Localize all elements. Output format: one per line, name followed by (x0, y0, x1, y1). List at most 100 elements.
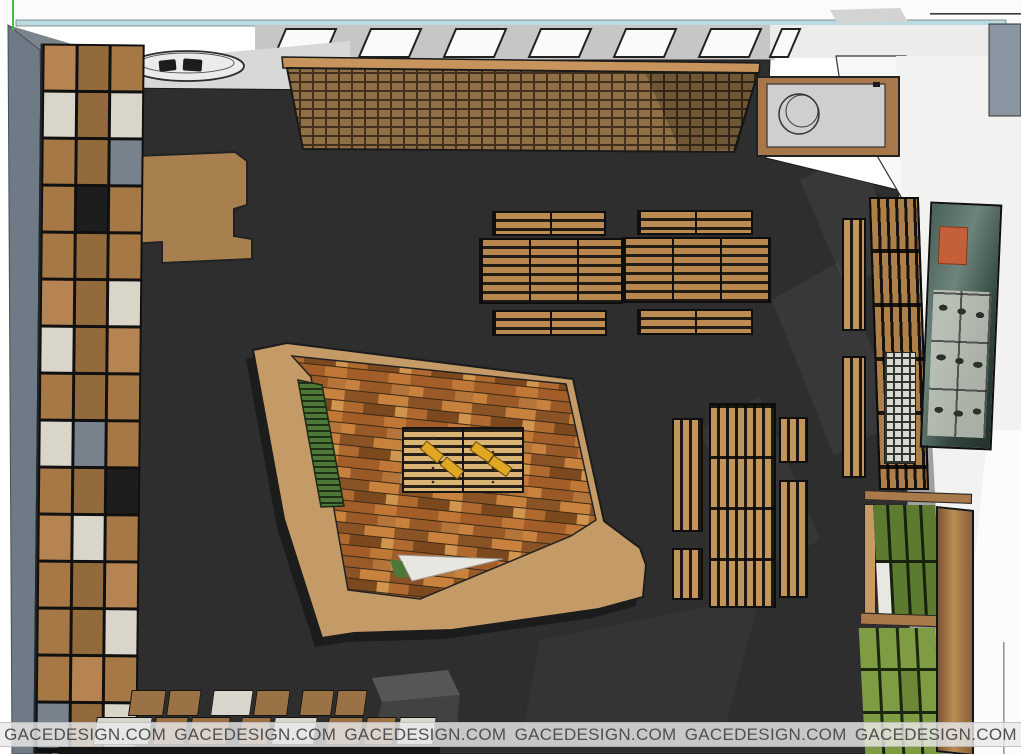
cell (109, 281, 140, 325)
cell (861, 671, 880, 711)
poster-grid-panel (927, 290, 991, 438)
ceiling-band-right (770, 25, 1006, 58)
watermark-strip: GACEDESIGN.COM GACEDESIGN.COM GACEDESIGN… (0, 722, 1021, 747)
cell (72, 610, 103, 654)
cell (210, 690, 254, 716)
seat (183, 58, 203, 71)
poster-orange-label (938, 226, 969, 265)
cell (41, 328, 72, 372)
cell (42, 281, 73, 325)
service-unit (757, 77, 899, 156)
cell (878, 628, 897, 668)
cell (111, 140, 142, 184)
cell (881, 671, 900, 711)
dining-table-long (709, 403, 776, 608)
cell (75, 281, 106, 325)
bench (637, 210, 753, 235)
watermark-text: GACEDESIGN.COM (4, 725, 166, 745)
cell (106, 610, 137, 654)
cell (112, 46, 143, 90)
cell (41, 374, 72, 418)
cell (128, 690, 167, 716)
cell (110, 187, 141, 231)
cell (918, 628, 937, 668)
ceiling-reflection (830, 8, 908, 24)
bench (779, 480, 808, 598)
skylight (699, 29, 761, 57)
cell (166, 690, 202, 716)
cell (43, 187, 74, 231)
skylight (359, 29, 421, 57)
cell (859, 628, 878, 668)
cell (74, 422, 105, 466)
cell (72, 563, 103, 607)
wall-bench (842, 218, 866, 331)
slatted-feature-panel (282, 57, 760, 152)
cell (73, 516, 104, 560)
cell (74, 375, 105, 419)
bench (492, 310, 607, 336)
cell (900, 671, 919, 711)
cell (108, 422, 139, 466)
cell (78, 46, 109, 90)
cell (334, 690, 368, 716)
dining-table (479, 238, 623, 304)
bench (672, 418, 703, 532)
cell (107, 516, 138, 560)
cell (909, 563, 925, 618)
display-bin-row-clipped (58, 747, 440, 754)
axis-line-green (12, 0, 14, 30)
cell (898, 628, 917, 668)
cell (44, 46, 75, 90)
cell (892, 563, 908, 618)
render-canvas: GACEDESIGN.COM GACEDESIGN.COM GACEDESIGN… (0, 0, 1021, 754)
cell (42, 234, 73, 278)
cell (75, 328, 106, 372)
skylight (529, 29, 591, 57)
wall-poster (920, 202, 1003, 451)
platform-slat-table (403, 428, 523, 492)
bench (672, 548, 703, 600)
cell (253, 690, 291, 716)
bench (492, 211, 606, 236)
wall-bench (842, 356, 866, 478)
watermark-text: GACEDESIGN.COM (174, 725, 336, 745)
cell (889, 505, 905, 560)
cell (73, 469, 104, 513)
cell (39, 515, 70, 559)
locker-side-panel (936, 506, 974, 754)
cell (40, 421, 71, 465)
cell (77, 140, 108, 184)
cell (40, 468, 71, 512)
watermark-text: GACEDESIGN.COM (855, 725, 1017, 745)
wall-recess (989, 24, 1021, 116)
cell (77, 93, 108, 137)
watermark-text: GACEDESIGN.COM (685, 725, 847, 745)
cell (906, 505, 922, 560)
cell (43, 140, 74, 184)
cell (76, 187, 107, 231)
locker-upper-grid (873, 505, 941, 617)
cell (44, 93, 75, 137)
watermark-text: GACEDESIGN.COM (515, 725, 677, 745)
cell (71, 657, 102, 701)
wall-top-edge-line (930, 13, 1021, 15)
skylight (614, 29, 676, 57)
cell (108, 375, 139, 419)
wall-cubby-shelves-left (33, 43, 144, 754)
cell (76, 234, 107, 278)
watermark-text: GACEDESIGN.COM (344, 725, 506, 745)
cell (109, 328, 140, 372)
cell (39, 562, 70, 606)
cell (873, 505, 889, 560)
cell (38, 656, 69, 700)
display-bin-row (128, 690, 391, 714)
dining-table (622, 237, 771, 303)
bench (637, 309, 753, 335)
cell (110, 234, 141, 278)
seat (159, 59, 177, 72)
round-table (130, 51, 244, 81)
mesh-screen (884, 352, 916, 464)
cell (299, 690, 335, 716)
cell (38, 609, 69, 653)
